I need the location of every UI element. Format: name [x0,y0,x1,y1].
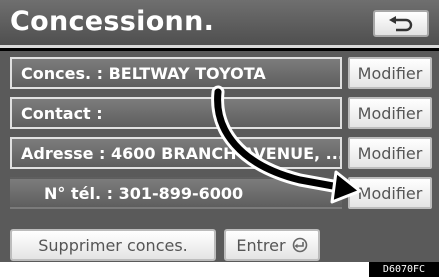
screen: Concessionn. Conces. : BELTWAY TOYOTA Mo… [0,0,439,262]
phone-field: N° tél. : 301-899-6000 [10,177,342,209]
title-bar: Concessionn. [0,0,439,48]
phone-text: N° tél. : 301-899-6000 [44,183,244,203]
dealer-name-text: Conces. : BELTWAY TOYOTA [21,63,266,83]
modify-address-button[interactable]: Modifier [348,137,432,169]
enter-button[interactable]: Entrer [224,229,320,261]
content-area: Conces. : BELTWAY TOYOTA Modifier Contac… [0,51,439,262]
enter-label: Entrer [236,235,286,255]
address-text: Adresse : 4600 BRANCH AVENUE, ... [21,143,342,163]
modify-contact-button[interactable]: Modifier [348,97,432,129]
address-field: Adresse : 4600 BRANCH AVENUE, ... [10,137,342,169]
enter-return-icon [292,237,307,253]
return-arrow-icon [389,15,413,31]
modify-phone-button[interactable]: Modifier [348,177,432,209]
contact-field: Contact : [10,97,342,129]
figure-code: D6070FC [369,262,439,277]
page-title: Concessionn. [10,6,215,37]
dealer-name-field: Conces. : BELTWAY TOYOTA [10,57,342,89]
back-button[interactable] [373,10,429,37]
contact-text: Contact : [21,103,103,123]
modify-dealer-button[interactable]: Modifier [348,57,432,89]
delete-dealer-button[interactable]: Supprimer conces. [10,229,216,261]
